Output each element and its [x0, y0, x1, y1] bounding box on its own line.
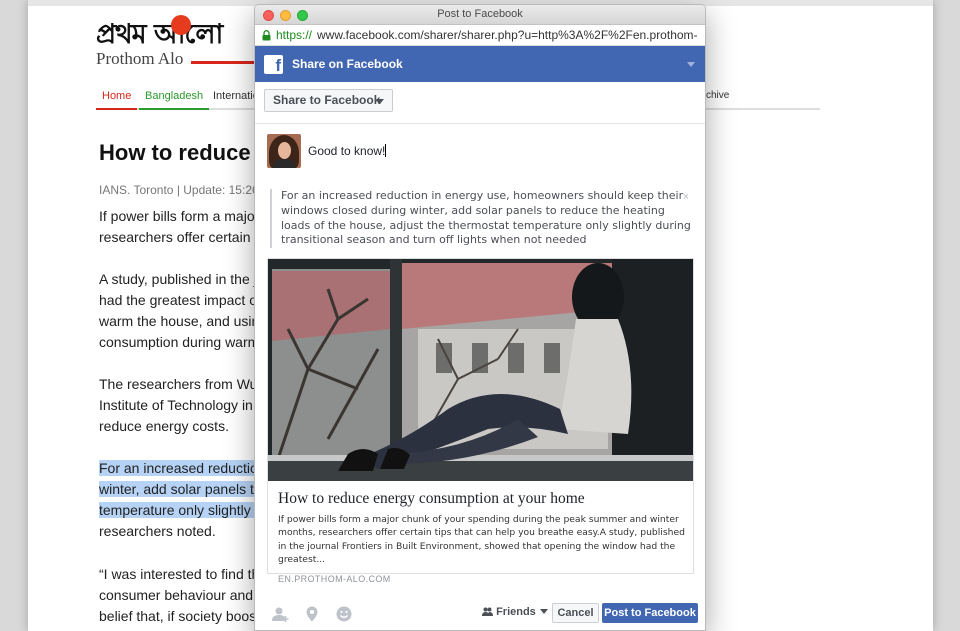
nav-home[interactable]: Home — [96, 84, 138, 110]
paragraph-line: researchers noted. — [99, 523, 216, 539]
header-title: Share on Facebook — [292, 57, 403, 71]
paragraph-line: A study, published in the jo — [99, 271, 265, 287]
paragraph-line: reduce energy costs. — [99, 418, 229, 434]
link-title[interactable]: How to reduce energy consumption at your… — [278, 489, 686, 508]
link-domain: EN.PROTHOM-ALO.COM — [278, 573, 391, 584]
nav-bangladesh[interactable]: Bangladesh — [139, 84, 210, 110]
article-paragraph-selected: For an increased reductio winter, add so… — [99, 458, 263, 542]
audience-label: Friends — [496, 606, 536, 618]
emoji-icon[interactable] — [335, 605, 353, 623]
window-title: Post to Facebook — [437, 8, 523, 20]
selected-text-line: For an increased reductio — [99, 460, 258, 476]
paragraph-line: The researchers from Wuh — [99, 376, 266, 392]
share-destination-bar: Share to Facebook — [255, 82, 705, 124]
paragraph-line: warm the house, and using — [99, 313, 268, 329]
facebook-logo-icon: f — [264, 55, 283, 74]
link-description: If power bills form a major chunk of you… — [278, 514, 685, 566]
avatar — [267, 134, 301, 168]
header-menu-caret-icon[interactable] — [687, 62, 695, 67]
article-paragraph: The researchers from Wuh Institute of Te… — [99, 374, 267, 437]
article-paragraph: If power bills form a major researchers … — [99, 206, 261, 248]
address-bar[interactable]: https:// www.facebook.com/sharer/sharer.… — [255, 25, 705, 46]
paragraph-line: had the greatest impact or — [99, 292, 262, 308]
share-destination-label: Share to Facebook — [273, 93, 381, 107]
window-titlebar[interactable]: Post to Facebook — [255, 5, 705, 25]
logo-sun-mark — [171, 15, 191, 35]
status-message-input[interactable]: Good to know! — [308, 144, 387, 158]
link-preview-card[interactable]: How to reduce energy consumption at your… — [267, 258, 694, 584]
audience-selector[interactable]: Friends — [482, 606, 548, 618]
text-cursor — [385, 144, 387, 157]
paragraph-line: Institute of Technology in C — [99, 397, 267, 413]
paragraph-line: If power bills form a major — [99, 208, 260, 224]
url-text[interactable]: www.facebook.com/sharer/sharer.php?u=htt… — [317, 28, 697, 42]
friends-icon — [482, 607, 493, 616]
tag-friends-icon[interactable] — [271, 605, 289, 623]
selected-text-line: winter, add solar panels to — [99, 481, 262, 497]
paragraph-line: belief that, if society boost — [99, 608, 261, 624]
popup-footer: Friends Cancel Post to Facebook — [255, 595, 705, 630]
share-destination-dropdown[interactable]: Share to Facebook — [264, 89, 393, 112]
share-popup-window: Post to Facebook https:// www.facebook.c… — [254, 4, 706, 631]
selected-text-line: temperature only slightly d — [99, 502, 263, 518]
logo-underline — [191, 61, 261, 64]
paragraph-line: “I was interested to find th — [99, 566, 260, 582]
post-to-facebook-button[interactable]: Post to Facebook — [602, 603, 698, 623]
site-logo-english[interactable]: Prothom Alo — [96, 49, 183, 69]
cancel-button[interactable]: Cancel — [552, 603, 599, 623]
article-byline: IANS. Toronto | Update: 15:26, — [99, 183, 262, 197]
link-preview-body: How to reduce energy consumption at your… — [278, 489, 686, 584]
facebook-header: f Share on Facebook — [255, 46, 705, 82]
remove-quote-close-icon[interactable]: × — [683, 191, 689, 203]
chevron-down-icon — [376, 99, 384, 104]
status-message-text: Good to know! — [308, 144, 386, 158]
paragraph-line: researchers offer certain ti — [99, 229, 262, 245]
link-preview-image — [268, 259, 693, 481]
paragraph-line: consumption during warm — [99, 334, 260, 350]
article-paragraph: “I was interested to find th consumer be… — [99, 564, 261, 627]
chevron-down-icon — [539, 609, 548, 614]
url-scheme: https:// — [276, 28, 313, 42]
location-icon[interactable] — [303, 605, 321, 623]
paragraph-line: consumer behaviour and t — [99, 587, 261, 603]
lock-icon — [262, 30, 271, 41]
article-paragraph: A study, published in the jo had the gre… — [99, 269, 267, 353]
article-title: How to reduce e — [99, 140, 269, 165]
quoted-text: For an increased reduction in energy use… — [270, 189, 692, 249]
